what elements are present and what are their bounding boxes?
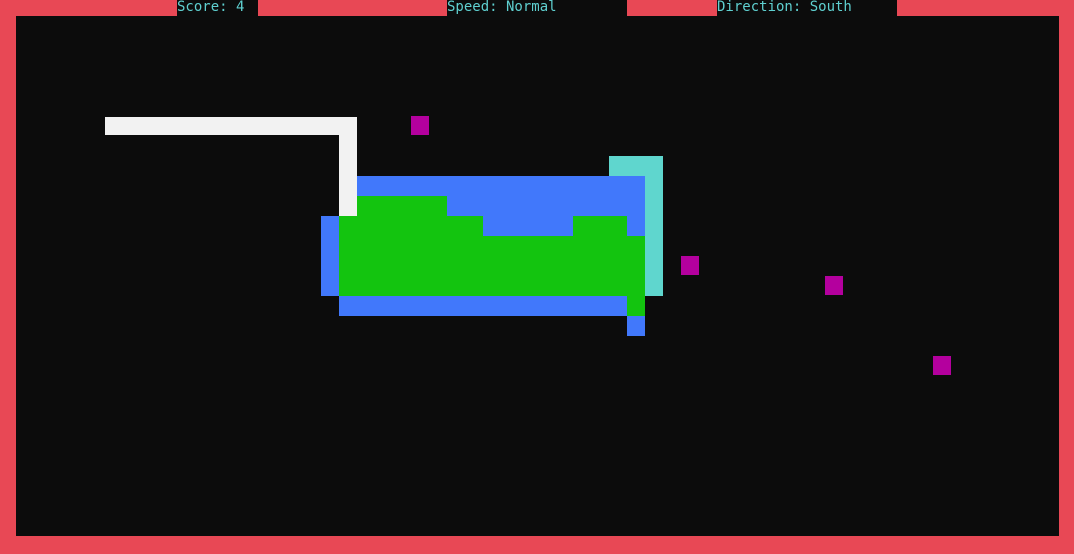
snake-segment-white <box>105 117 357 135</box>
food-item <box>681 256 699 275</box>
snake-segment-cyan <box>609 156 663 176</box>
snake-segment-green <box>627 296 645 316</box>
snake-segment-green <box>339 216 483 236</box>
snake-segment-white <box>339 117 357 216</box>
snake-segment-cyan <box>645 176 663 296</box>
snake-segment-green <box>339 236 645 296</box>
snake-segment-blue <box>321 216 339 296</box>
snake-segment-blue <box>483 216 573 236</box>
snake-segment-blue <box>627 316 645 336</box>
snake-segment-blue <box>339 296 627 316</box>
snake-segment-blue <box>357 176 645 196</box>
food-item <box>825 276 843 295</box>
snake-segment-green <box>573 216 627 236</box>
food-item <box>411 116 429 135</box>
snake-segment-blue <box>447 196 645 216</box>
speed-label: Speed: Normal <box>447 0 627 16</box>
direction-label: Direction: South <box>717 0 897 16</box>
game-frame: Score: 4 Speed: Normal Direction: South <box>0 0 1074 554</box>
snake-segment-blue <box>627 216 645 236</box>
score-label: Score: 4 <box>177 0 258 16</box>
snake-segment-green <box>357 196 447 216</box>
food-item <box>933 356 951 375</box>
